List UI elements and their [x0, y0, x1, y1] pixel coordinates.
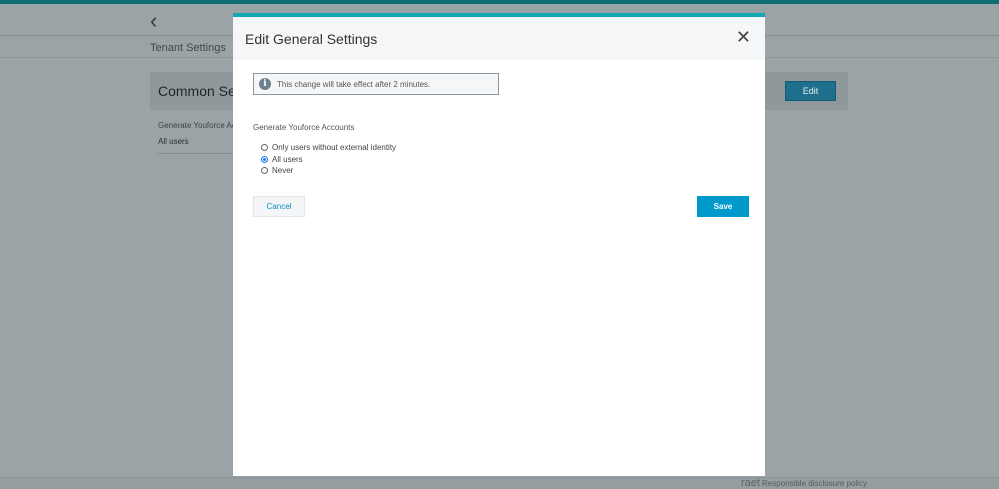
info-text: This change will take effect after 2 min… [277, 79, 431, 89]
radio-button[interactable] [261, 144, 268, 152]
info-icon: i [259, 78, 271, 90]
radio-button[interactable] [261, 167, 268, 175]
field-value: All users [158, 137, 189, 146]
cancel-button[interactable]: Cancel [253, 196, 305, 217]
radio-label: Never [272, 166, 294, 176]
close-icon[interactable]: ✕ [736, 27, 751, 48]
back-chevron-icon[interactable]: ‹ [150, 8, 157, 34]
dialog-header: Edit General Settings ✕ [233, 17, 765, 60]
radio-label: All users [272, 154, 303, 164]
radio-only-users-without-external-identity[interactable]: Only users without external identity [261, 142, 396, 154]
save-button[interactable]: Save [697, 196, 749, 217]
edit-general-settings-dialog: Edit General Settings ✕ i This change wi… [233, 13, 765, 476]
radio-group: Only users without external identity All… [261, 142, 396, 177]
radio-all-users[interactable]: All users [261, 154, 396, 166]
radio-label: Only users without external identity [272, 143, 397, 153]
footer: raet Responsible disclosure policy [0, 477, 999, 489]
radio-never[interactable]: Never [261, 165, 396, 177]
info-banner: i This change will take effect after 2 m… [253, 73, 499, 95]
radio-button[interactable] [261, 155, 268, 163]
radio-group-label: Generate Youforce Accounts [253, 123, 355, 132]
breadcrumb[interactable]: Tenant Settings [150, 42, 226, 54]
raet-logo: raet [741, 477, 760, 489]
edit-button[interactable]: Edit [785, 81, 836, 101]
disclosure-link[interactable]: Responsible disclosure policy [762, 479, 867, 488]
dialog-title: Edit General Settings [245, 31, 378, 47]
